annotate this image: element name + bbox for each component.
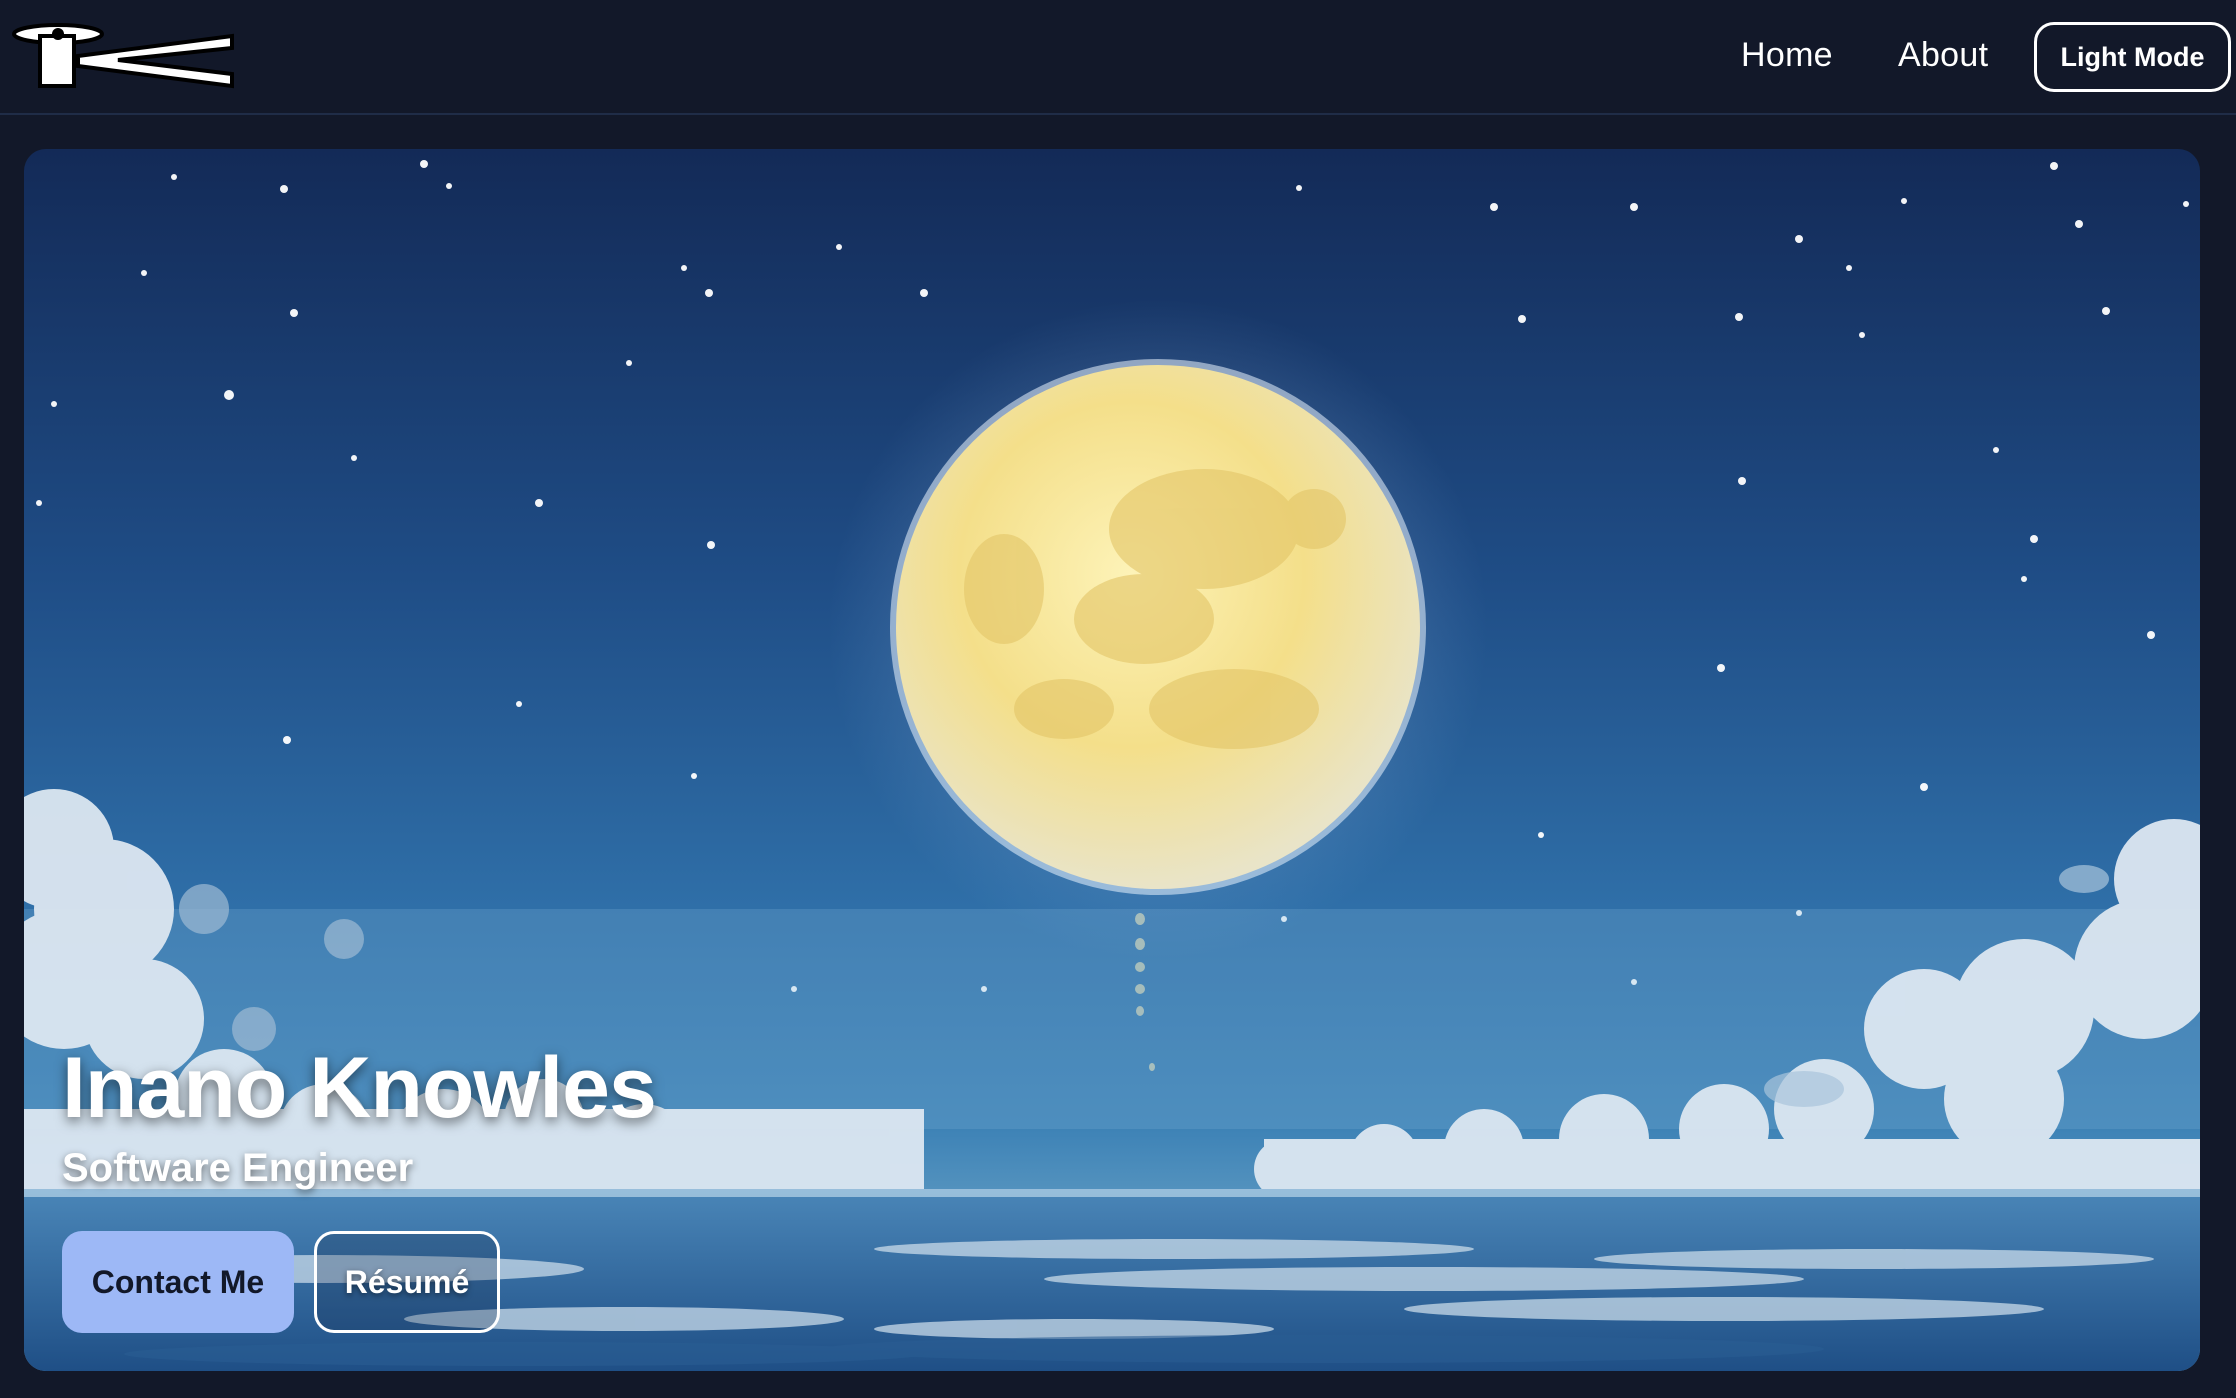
top-navbar: Home About Light Mode xyxy=(0,0,2236,115)
nav-home-link[interactable]: Home xyxy=(1741,36,1833,75)
hero-role-subtitle: Software Engineer xyxy=(62,1146,414,1190)
hero-banner: Inano Knowles Software Engineer Contact … xyxy=(24,149,2200,1371)
light-mode-toggle-button[interactable]: Light Mode xyxy=(2034,22,2231,92)
site-logo[interactable] xyxy=(8,22,238,92)
hero-name-heading: Inano Knowles xyxy=(62,1040,657,1136)
contact-me-button[interactable]: Contact Me xyxy=(62,1231,294,1333)
resume-button[interactable]: Résumé xyxy=(314,1231,500,1333)
nav-about-link[interactable]: About xyxy=(1898,36,1988,75)
